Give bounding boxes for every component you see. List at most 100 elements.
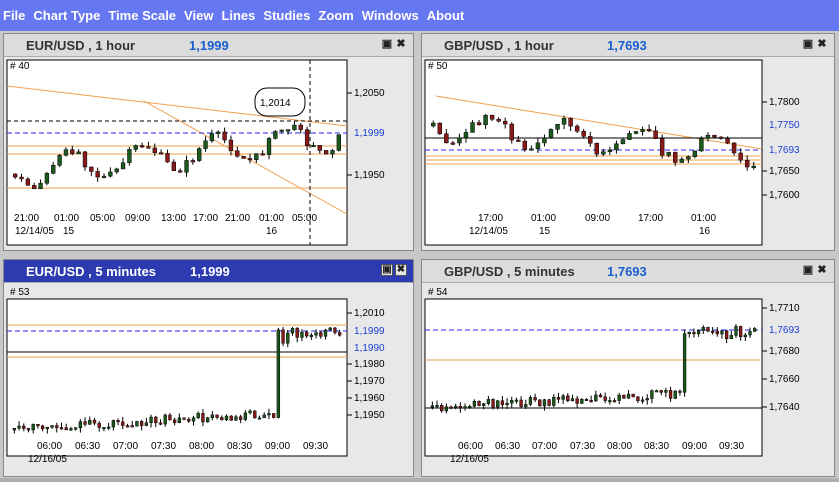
candle-body: [588, 136, 593, 144]
candle-body: [491, 399, 495, 408]
candle-body: [271, 413, 276, 418]
candle-body: [323, 150, 329, 155]
candle-body: [486, 399, 491, 404]
candle-body: [247, 158, 253, 161]
x-tick-label: 13:00: [161, 213, 186, 224]
candle-body: [568, 118, 573, 127]
candle-body: [114, 168, 119, 173]
chart-title-bar[interactable]: GBP/USD , 5 minutes 1,7693 ▣ ✖: [422, 260, 834, 283]
candle-body: [76, 151, 81, 155]
candle-body: [89, 166, 94, 172]
y-tick-label: 1,7650: [769, 166, 800, 177]
candle-body: [285, 129, 291, 132]
candle-body: [454, 405, 458, 408]
chart-window-eurusd-1h[interactable]: EUR/USD , 1 hour 1,1999 ▣ ✖ # 40 1,2014 …: [3, 33, 414, 251]
candle-body: [561, 118, 567, 125]
close-icon[interactable]: ✖: [395, 38, 407, 50]
menu-chart-type[interactable]: Chart Type: [29, 8, 104, 23]
close-icon[interactable]: ✖: [395, 264, 407, 276]
candle-body: [516, 139, 521, 142]
x-tick-label: 17:00: [478, 213, 503, 224]
price-chart[interactable]: # 50 1,7800 1,7750 1,7693 1,7650 1,7600 …: [422, 56, 836, 250]
y-tick-label: 1,7750: [769, 120, 800, 131]
date-label: 15: [63, 226, 75, 237]
candle-body: [50, 425, 54, 428]
price-chart[interactable]: # 40 1,2014 1,2050 1,1999 1,1950 21:00 0…: [4, 56, 415, 250]
menu-view[interactable]: View: [180, 8, 217, 23]
candle-body: [311, 145, 316, 148]
candle-body: [38, 182, 43, 190]
menu-lines[interactable]: Lines: [217, 8, 259, 23]
candle-body: [177, 417, 182, 423]
candle-body: [598, 394, 603, 398]
y-tick-label: 1,7800: [769, 97, 800, 108]
x-tick-label: 21:00: [225, 213, 250, 224]
candle-body: [165, 153, 170, 163]
close-icon[interactable]: ✖: [816, 38, 828, 50]
candle-body: [601, 151, 606, 155]
chart-title-bar[interactable]: EUR/USD , 1 hour 1,1999 ▣ ✖: [4, 34, 413, 57]
minimize-icon[interactable]: ▣: [802, 264, 814, 276]
candle-body: [210, 414, 215, 418]
menu-studies[interactable]: Studies: [259, 8, 314, 23]
candle-body: [337, 332, 342, 336]
bar-id: # 54: [428, 287, 448, 298]
candle-body: [584, 399, 589, 402]
candle-body: [78, 421, 83, 429]
candle-body: [73, 427, 78, 430]
plot-area[interactable]: [6, 298, 348, 457]
candle-body: [483, 114, 488, 126]
candle-body: [705, 134, 711, 139]
chart-window-gbpusd-1h[interactable]: GBP/USD , 1 hour 1,7693 ▣ ✖ # 50 1,7800 …: [421, 33, 835, 251]
minimize-icon[interactable]: ▣: [381, 38, 393, 50]
chart-window-gbpusd-5m[interactable]: GBP/USD , 5 minutes 1,7693 ▣ ✖ # 54 1,77…: [421, 259, 835, 477]
chart-title-bar[interactable]: GBP/USD , 1 hour 1,7693 ▣ ✖: [422, 34, 834, 57]
minimize-icon[interactable]: ▣: [802, 38, 814, 50]
candle-body: [336, 134, 341, 151]
chart-window-eurusd-5m[interactable]: EUR/USD , 5 minutes 1,1999 ▣ ✖ # 53 1,20…: [3, 259, 414, 477]
menu-about[interactable]: About: [423, 8, 469, 23]
menu-file[interactable]: File: [0, 8, 29, 23]
candle-body: [190, 160, 196, 163]
candle-body: [257, 417, 262, 420]
close-icon[interactable]: ✖: [816, 264, 828, 276]
candle-body: [502, 120, 508, 125]
menu-zoom[interactable]: Zoom: [314, 8, 357, 23]
price-chart[interactable]: # 53 1,2010 1,1999 1,1990 1,1980 1,1970 …: [4, 282, 415, 476]
minimize-icon[interactable]: ▣: [381, 264, 393, 276]
candle-body: [489, 114, 495, 120]
candle-body: [678, 390, 682, 393]
chart-price: 1,1999: [189, 38, 229, 53]
candle-body: [444, 406, 449, 412]
plot-area[interactable]: [424, 298, 763, 457]
menu-windows[interactable]: Windows: [358, 8, 423, 23]
candle-body: [279, 129, 284, 132]
candle-body: [720, 330, 724, 335]
candle-body: [220, 417, 224, 421]
candle-body: [262, 414, 266, 419]
menu-time-scale[interactable]: Time Scale: [104, 8, 180, 23]
candle-body: [203, 140, 208, 149]
candle-body: [292, 124, 297, 130]
candle-body: [144, 422, 149, 426]
candle-body: [309, 334, 314, 337]
candle-body: [542, 399, 547, 407]
candle-body: [561, 395, 565, 400]
chart-title-bar[interactable]: EUR/USD , 5 minutes 1,1999 ▣ ✖: [4, 260, 413, 283]
candle-body: [664, 390, 668, 393]
candle-body: [139, 145, 145, 148]
candle-body: [149, 416, 153, 423]
price-chart[interactable]: # 54 1,7710 1,7693 1,7680 1,7660 1,7640 …: [422, 282, 836, 476]
candle-body: [687, 331, 691, 334]
candle-body: [668, 390, 673, 399]
candle-body: [608, 400, 612, 403]
candle-body: [111, 420, 116, 428]
chart-symbol: EUR/USD , 5 minutes: [26, 264, 157, 279]
candle-body: [431, 122, 436, 127]
y-tick-label: 1,1970: [354, 376, 385, 387]
candle-body: [286, 332, 290, 344]
candle-body: [238, 416, 243, 420]
candle-body: [575, 398, 579, 404]
candle-body: [254, 153, 259, 161]
candle-body: [281, 329, 285, 344]
